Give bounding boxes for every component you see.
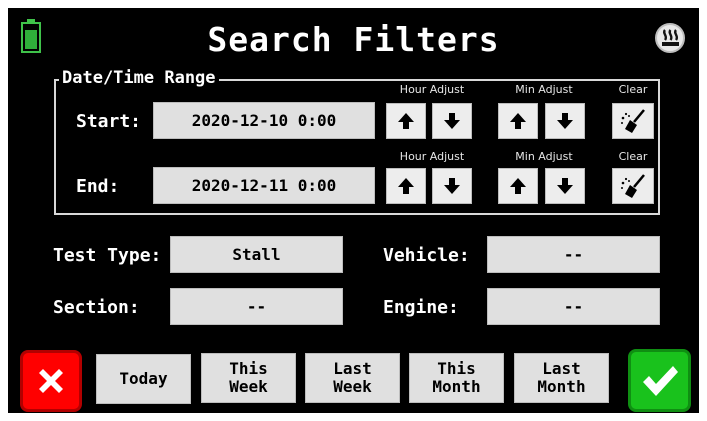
- this-month-button[interactable]: This Month: [409, 353, 504, 403]
- end-hour-up-button[interactable]: [386, 168, 426, 204]
- broom-icon: [621, 109, 645, 133]
- end-label: End:: [76, 176, 120, 197]
- start-min-up-button[interactable]: [498, 103, 538, 139]
- close-icon: [39, 369, 63, 393]
- arrow-up-icon: [510, 178, 526, 194]
- start-datetime-field[interactable]: 2020-12-10 0:00: [153, 102, 375, 139]
- arrow-up-icon: [510, 113, 526, 129]
- start-min-down-button[interactable]: [545, 103, 585, 139]
- vehicle-field[interactable]: --: [487, 236, 660, 273]
- arrow-up-icon: [398, 178, 414, 194]
- start-clear-caption: Clear: [618, 83, 648, 96]
- start-hour-down-button[interactable]: [432, 103, 472, 139]
- confirm-button[interactable]: [628, 349, 691, 412]
- section-label: Section:: [53, 297, 140, 318]
- cancel-button[interactable]: [20, 350, 82, 412]
- last-month-button[interactable]: Last Month: [514, 353, 609, 403]
- start-clear-button[interactable]: [612, 103, 654, 139]
- last-week-button[interactable]: Last Week: [305, 353, 400, 403]
- vehicle-label: Vehicle:: [383, 245, 470, 266]
- engine-field[interactable]: --: [487, 288, 660, 325]
- start-hour-adjust-caption: Hour Adjust: [399, 83, 465, 96]
- checkmark-icon: [642, 365, 678, 396]
- test-type-field[interactable]: Stall: [170, 236, 343, 273]
- arrow-down-icon: [557, 113, 573, 129]
- search-filters-screen: Search Filters Date/Time Range Hour Adju…: [8, 8, 699, 413]
- page-title: Search Filters: [207, 20, 500, 59]
- start-hour-up-button[interactable]: [386, 103, 426, 139]
- end-clear-button[interactable]: [612, 168, 654, 204]
- heater-icon[interactable]: [655, 23, 685, 53]
- arrow-down-icon: [444, 113, 460, 129]
- broom-icon: [621, 174, 645, 198]
- start-min-adjust-caption: Min Adjust: [515, 83, 573, 96]
- start-label: Start:: [76, 111, 142, 132]
- this-week-button[interactable]: This Week: [201, 353, 296, 403]
- end-hour-adjust-caption: Hour Adjust: [399, 150, 465, 163]
- end-min-down-button[interactable]: [545, 168, 585, 204]
- arrow-up-icon: [398, 113, 414, 129]
- end-hour-down-button[interactable]: [432, 168, 472, 204]
- date-time-range-legend: Date/Time Range: [59, 68, 219, 88]
- arrow-down-icon: [444, 178, 460, 194]
- end-clear-caption: Clear: [618, 150, 648, 163]
- engine-label: Engine:: [383, 297, 459, 318]
- today-button[interactable]: Today: [96, 354, 191, 404]
- section-field[interactable]: --: [170, 288, 343, 325]
- test-type-label: Test Type:: [53, 245, 162, 266]
- arrow-down-icon: [557, 178, 573, 194]
- end-min-up-button[interactable]: [498, 168, 538, 204]
- end-min-adjust-caption: Min Adjust: [515, 150, 573, 163]
- end-datetime-field[interactable]: 2020-12-11 0:00: [153, 167, 375, 204]
